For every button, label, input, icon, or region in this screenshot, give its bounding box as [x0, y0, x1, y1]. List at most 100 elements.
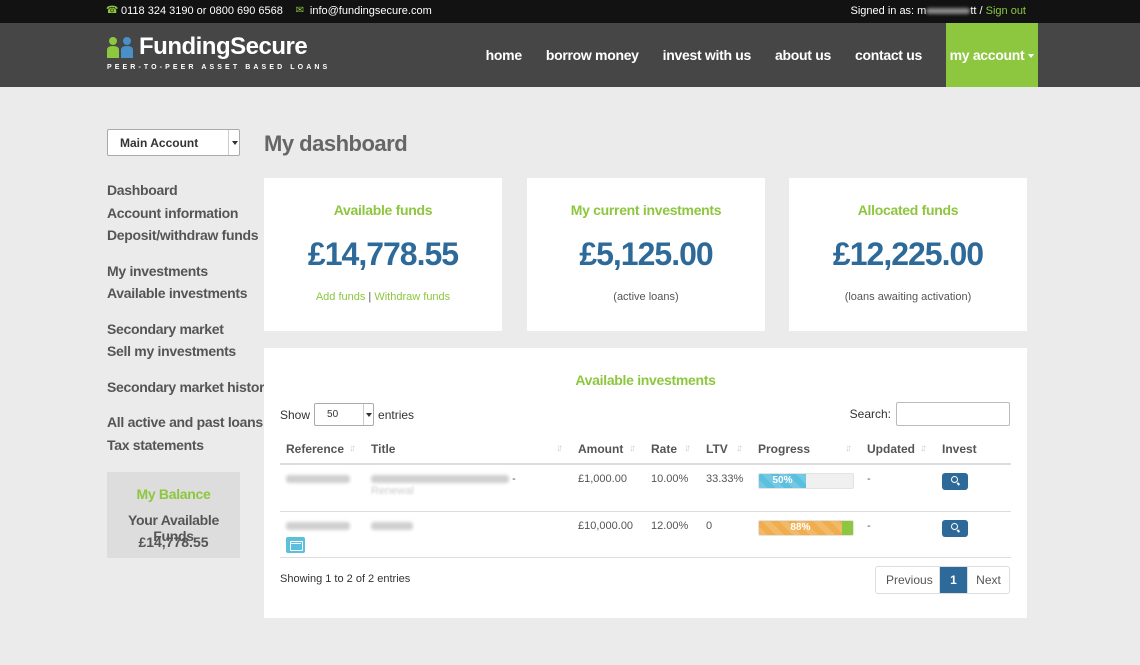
cell-ltv: 33.33%: [700, 464, 752, 512]
card-title: Available funds: [333, 202, 433, 218]
phone-number: 0118 324 3190 or 0800 690 6568: [121, 5, 283, 17]
available-investments-panel: Available investments Show 50 entries Se…: [264, 348, 1027, 618]
pagination-next[interactable]: Next: [967, 567, 1009, 593]
col-amount[interactable]: Amount ↓↑: [572, 434, 645, 465]
sort-icon: ↓↑: [629, 443, 636, 454]
cell-reference: [280, 511, 365, 558]
cell-amount: £10,000.00: [572, 511, 645, 558]
cell-amount: £1,000.00: [572, 464, 645, 512]
top-bar: ☎ 0118 324 3190 or 0800 690 6568 ✉ info@…: [0, 0, 1140, 23]
card-title: My current investments: [570, 202, 722, 218]
page-title: My dashboard: [264, 131, 408, 156]
invest-search-button[interactable]: [942, 473, 968, 490]
col-title[interactable]: Title ↓↑: [365, 434, 572, 465]
col-progress[interactable]: Progress ↓↑: [752, 434, 861, 465]
nav-borrow-money[interactable]: borrow money: [534, 23, 651, 87]
sidebar-link-my-investments[interactable]: My investments: [107, 263, 208, 279]
email-icon: ✉: [295, 5, 305, 16]
sort-icon: ↓↑: [349, 443, 356, 454]
redacted-title: [371, 521, 413, 530]
card-available-funds: Available funds £14,778.55 Add funds | W…: [264, 178, 502, 331]
cell-progress: 50%: [752, 464, 861, 512]
redacted-username: [926, 8, 971, 15]
table-search: Search:: [850, 402, 1010, 426]
col-label: Reference: [286, 441, 345, 456]
people-logo-icon: [107, 37, 133, 58]
sort-icon: ↓↑: [736, 443, 743, 454]
cell-ltv: 0: [700, 511, 752, 558]
card-allocated-funds: Allocated funds £12,225.00 (loans awaiti…: [789, 178, 1027, 331]
nav-invest-with-us[interactable]: invest with us: [651, 23, 763, 87]
nav-about-us[interactable]: about us: [763, 23, 843, 87]
show-entries: Show 50 entries: [280, 403, 414, 426]
panel-title: Available investments: [575, 372, 716, 388]
progress-fill: 88%: [759, 520, 842, 535]
col-reference[interactable]: Reference ↓↑: [280, 434, 365, 465]
search-input[interactable]: [896, 402, 1010, 426]
col-updated[interactable]: Updated ↓↑: [861, 434, 936, 465]
col-label: Rate: [651, 441, 678, 456]
chevron-down-icon: [363, 404, 373, 425]
withdraw-funds-link[interactable]: Withdraw funds: [374, 291, 450, 303]
entries-label: entries: [378, 407, 415, 422]
sidebar-link-sell-investments[interactable]: Sell my investments: [107, 343, 236, 359]
cell-title[interactable]: [365, 511, 572, 558]
logo[interactable]: FundingSecure PEER-TO-PEER ASSET BASED L…: [106, 33, 327, 83]
sidebar-link-secondary-market[interactable]: Secondary market: [107, 321, 224, 337]
sidebar-link-secondary-market-history[interactable]: Secondary market history: [107, 379, 272, 395]
col-label: Progress: [758, 441, 811, 456]
col-label: Title: [371, 441, 396, 456]
cell-title[interactable]: - Renewal: [365, 464, 572, 512]
pagination-page-1[interactable]: 1: [940, 567, 967, 593]
table-row: - Renewal £1,000.00 10.00% 33.33% 50% -: [280, 464, 1011, 512]
sidebar-link-dashboard[interactable]: Dashboard: [107, 182, 178, 198]
title-suffix: -: [512, 473, 516, 485]
progress-fill-remainder: [841, 520, 853, 535]
nav-home[interactable]: home: [474, 23, 534, 87]
card-value: £12,225.00: [832, 236, 984, 272]
chevron-down-icon: [228, 130, 239, 155]
col-label: Invest: [942, 441, 977, 456]
nav-my-account[interactable]: my account: [946, 23, 1038, 87]
card-value: £5,125.00: [579, 236, 713, 272]
entries-select[interactable]: 50: [314, 403, 375, 426]
link-separator: |: [365, 291, 375, 303]
table-row: £10,000.00 12.00% 0 88% -: [280, 511, 1011, 558]
contact-info: ☎ 0118 324 3190 or 0800 690 6568 ✉ info@…: [106, 5, 432, 17]
pagination-previous[interactable]: Previous: [876, 567, 940, 593]
cell-updated: -: [861, 511, 936, 558]
sidebar-link-all-loans[interactable]: All active and past loans: [107, 414, 263, 430]
cell-invest: [936, 511, 1011, 558]
signed-in-status: Signed in as: m tt / Sign out: [851, 5, 1026, 17]
search-label: Search:: [849, 407, 891, 421]
redacted-reference: [286, 475, 350, 484]
nav-contact-us[interactable]: contact us: [843, 23, 934, 87]
add-funds-link[interactable]: Add funds: [316, 291, 366, 303]
cell-updated: -: [861, 464, 936, 512]
card-icon[interactable]: [286, 536, 305, 553]
pagination: Previous 1 Next: [875, 566, 1010, 594]
sign-out-link[interactable]: Sign out: [986, 5, 1026, 17]
main-header: FundingSecure PEER-TO-PEER ASSET BASED L…: [0, 23, 1140, 87]
card-links: Add funds | Withdraw funds: [264, 291, 502, 303]
account-select[interactable]: Main Account: [107, 129, 240, 156]
sidebar-link-account-information[interactable]: Account information: [107, 205, 238, 221]
cell-progress: 88%: [752, 511, 861, 558]
signed-in-suffix: tt /: [970, 5, 986, 17]
account-select-value: Main Account: [120, 136, 199, 150]
email-link[interactable]: info@fundingsecure.com: [310, 5, 432, 17]
col-rate[interactable]: Rate ↓↑: [645, 434, 700, 465]
redacted-reference: [286, 521, 350, 530]
entries-select-value: 50: [327, 409, 339, 420]
invest-search-button[interactable]: [942, 519, 968, 537]
cell-reference: [280, 464, 365, 512]
col-ltv[interactable]: LTV ↓↑: [700, 434, 752, 465]
table-info: Showing 1 to 2 of 2 entries: [280, 573, 411, 585]
phone-icon: ☎: [106, 5, 119, 16]
nav-my-account-label: my account: [949, 47, 1025, 63]
sidebar-link-tax-statements[interactable]: Tax statements: [107, 437, 204, 453]
sidebar-link-available-investments[interactable]: Available investments: [107, 285, 248, 301]
col-label: LTV: [706, 441, 728, 456]
sidebar-link-deposit-withdraw[interactable]: Deposit/withdraw funds: [107, 227, 259, 243]
balance-title: My Balance: [136, 486, 211, 502]
